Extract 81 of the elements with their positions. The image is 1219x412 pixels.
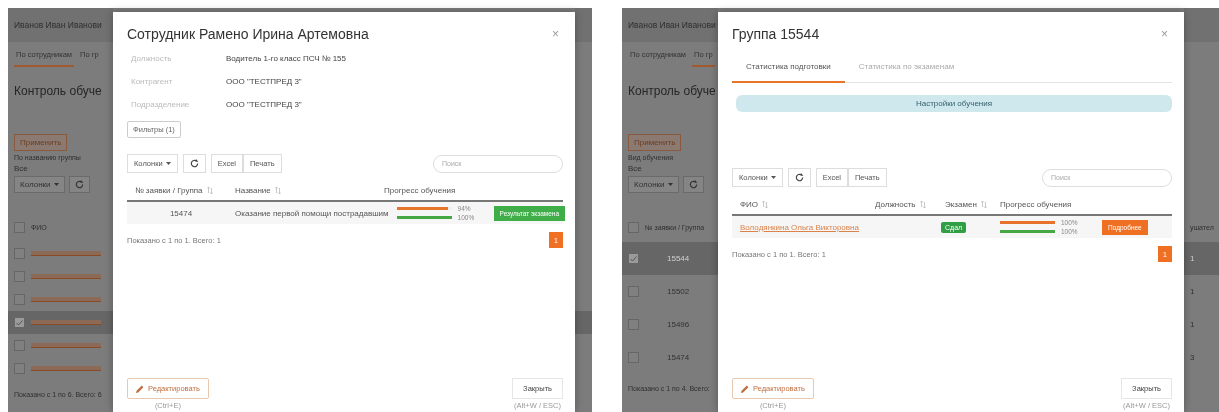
checkbox[interactable] [14, 317, 25, 328]
sort-icon[interactable] [980, 201, 987, 208]
table-row [575, 311, 592, 334]
refresh-icon [189, 159, 199, 168]
user-name: Иванов Иван Иванови [628, 20, 716, 30]
apply-button[interactable]: Применить [14, 133, 68, 151]
table-cell: 15496 [667, 320, 690, 329]
modal-title: Сотрудник Рамено Ирина Артемовна [127, 26, 369, 42]
checkbox[interactable] [14, 248, 25, 259]
column-header: ФИО [740, 200, 759, 209]
table-cell-text: 15474 [168, 208, 194, 218]
checkbox[interactable] [14, 221, 25, 233]
table-cell-text: Оказание первой помощи пострадавшим [234, 208, 389, 218]
column-header: Название [235, 186, 271, 195]
table-cell: 1 [1190, 287, 1195, 296]
columns-button[interactable]: Колонки [628, 175, 679, 193]
refresh-button[interactable] [682, 175, 704, 193]
field-value: Водитель 1-го класс ПСЧ № 155 [226, 54, 347, 63]
field-label: Подразделение [131, 100, 191, 109]
field-label: Контрагент [131, 77, 174, 86]
link-placeholder[interactable] [31, 366, 101, 371]
user-name: Иванов Иван Иванови [14, 20, 102, 30]
refresh-icon [688, 179, 698, 189]
link-placeholder[interactable] [31, 274, 101, 279]
sort-icon[interactable] [762, 201, 769, 208]
table-cell: 15544 [667, 254, 690, 263]
refresh-button[interactable] [68, 175, 90, 193]
table-row[interactable]: 15544 [622, 242, 718, 275]
close-button[interactable]: × [1157, 27, 1172, 41]
modal-title: Группа 15544 [732, 26, 820, 42]
checkbox[interactable] [628, 352, 639, 363]
pencil-icon [741, 384, 749, 393]
sort-icon[interactable] [919, 201, 926, 208]
checkbox[interactable] [14, 294, 25, 305]
caret-icon [53, 182, 59, 186]
table-row[interactable]: 15502 [622, 275, 718, 308]
column-header: Должность [875, 200, 916, 209]
link-placeholder[interactable] [31, 297, 101, 302]
checkbox[interactable] [14, 340, 25, 351]
column-header: № заявки / Группа [135, 186, 203, 195]
table-row[interactable]: 15474 [622, 341, 718, 374]
refresh-icon [794, 173, 804, 182]
table-row[interactable]: 15496 [622, 308, 718, 341]
sort-icon[interactable] [206, 187, 213, 194]
link-placeholder[interactable] [31, 320, 101, 325]
name-link[interactable]: Володянкина Ольга Викторовна [732, 222, 867, 232]
field-label: Должность [131, 54, 173, 63]
pencil-icon [136, 384, 144, 393]
checkbox[interactable] [14, 271, 25, 282]
filter-value: Все [14, 163, 28, 173]
columns-button[interactable]: Колонки [14, 175, 65, 193]
caret-icon [770, 176, 776, 179]
table-cell: 15502 [667, 287, 690, 296]
sort-icon[interactable] [274, 187, 281, 194]
close-button[interactable]: × [548, 27, 563, 41]
tab[interactable]: Статистика подготовки [732, 52, 845, 83]
link-placeholder[interactable] [31, 251, 101, 256]
checkbox[interactable] [628, 319, 639, 330]
filter-value: Все [628, 163, 642, 173]
table-cell: 1 [1190, 320, 1195, 329]
checkbox[interactable] [628, 286, 639, 297]
table-cell: 15474 [667, 353, 690, 362]
apply-button[interactable]: Применить [628, 133, 682, 151]
refresh-icon [74, 179, 84, 189]
info-bar[interactable]: Настройки обучения [736, 95, 1172, 112]
page-heading: Контроль обуче [14, 84, 102, 98]
caret-icon [667, 182, 673, 186]
column-header: Экзамен [945, 200, 977, 209]
link-placeholder[interactable] [31, 343, 101, 348]
checkbox[interactable] [14, 363, 25, 374]
table-row[interactable] [8, 311, 113, 334]
column-header: Прогресс обучения [1000, 200, 1072, 209]
page-heading: Контроль обуче [628, 84, 716, 98]
column-header: Прогресс обучения [384, 186, 456, 195]
checkbox[interactable] [628, 221, 639, 233]
caret-icon [165, 162, 171, 165]
field-value: ООО "ТЕСТПРЕД 3" [226, 100, 303, 109]
checkbox[interactable] [628, 253, 639, 264]
field-value: ООО "ТЕСТПРЕД 3" [226, 77, 303, 86]
table-cell: 1 [1190, 254, 1195, 263]
tab[interactable]: Статистика по экзаменам [844, 52, 969, 83]
